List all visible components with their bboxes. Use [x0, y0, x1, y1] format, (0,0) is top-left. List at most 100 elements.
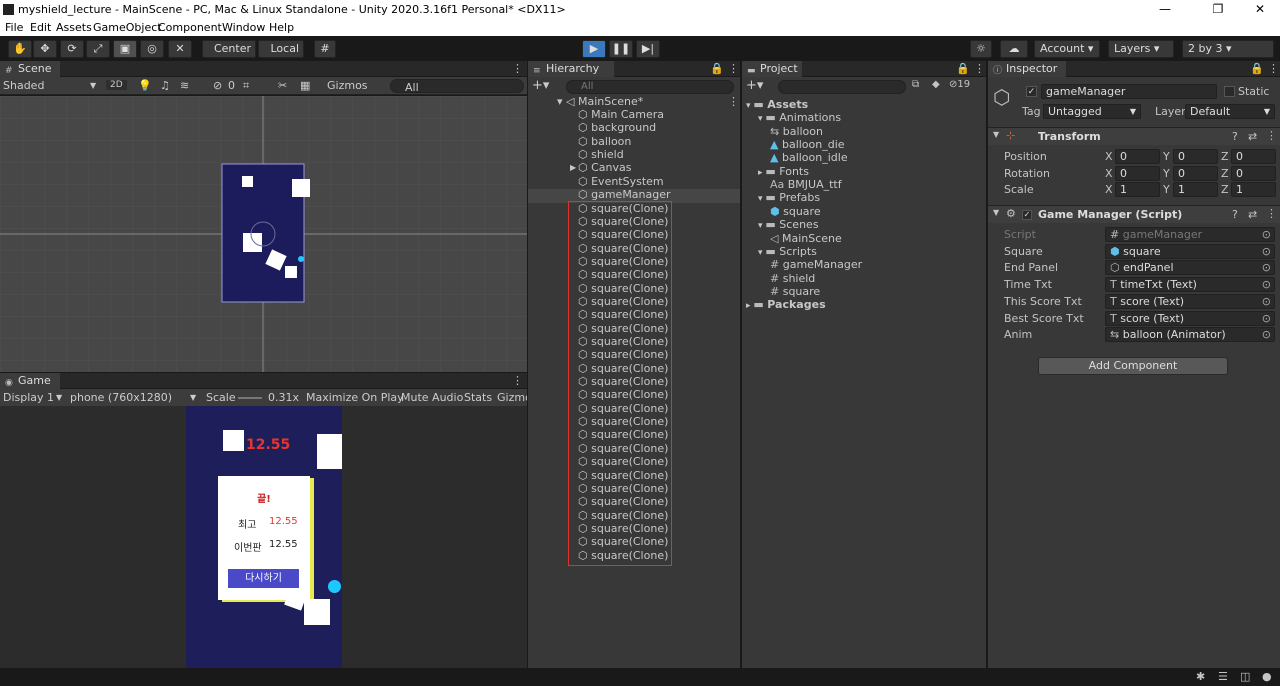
more-options-icon[interactable]: ⋮ [974, 62, 985, 75]
preset-icon[interactable]: ⇄ [1248, 130, 1257, 143]
tab-project[interactable]: ▬ Project [742, 61, 802, 77]
move-tool-icon[interactable]: ✥ [33, 40, 57, 58]
rotate-tool-icon[interactable]: ⟳ [60, 40, 84, 58]
layer-dropdown[interactable]: Default ▼ [1185, 104, 1275, 119]
effects-icon[interactable]: ≋ [180, 79, 189, 92]
gizmos-dropdown[interactable]: Gizmos [327, 79, 368, 92]
add-component-button[interactable]: Add Component [1038, 357, 1228, 375]
active-checkbox[interactable]: ✓ [1026, 86, 1037, 97]
tag-dropdown[interactable]: Untagged ▼ [1043, 104, 1141, 119]
hand-tool-icon[interactable]: ✋ [8, 40, 32, 58]
minimize-icon[interactable]: — [1150, 2, 1180, 16]
hidden-packages-icon[interactable]: ⊘19 [949, 79, 970, 90]
project-item[interactable]: ▾ ▬ Scenes [758, 218, 819, 231]
hierarchy-item[interactable]: ⬡ shield [578, 148, 624, 161]
pivot-center-button[interactable]: Center [202, 40, 256, 58]
scale-tool-icon[interactable]: ⤢ [86, 40, 110, 58]
hierarchy-item[interactable]: ⬡ Main Camera [578, 108, 664, 121]
lighting-icon[interactable]: 💡 [138, 79, 152, 92]
object-field[interactable]: # gameManager ⊙ [1105, 227, 1275, 242]
hidden-objects-icon[interactable]: ⊘ [213, 79, 222, 92]
project-search-input[interactable] [778, 80, 906, 94]
filter-type-icon[interactable]: ⧉ [912, 79, 919, 90]
object-picker-icon[interactable]: ⊙ [1262, 328, 1271, 341]
retry-button[interactable]: 다시하기 [228, 569, 299, 588]
static-checkbox[interactable] [1224, 86, 1235, 97]
menu-edit[interactable]: Edit [30, 21, 51, 34]
hierarchy-search-input[interactable]: All [566, 80, 734, 94]
hierarchy-item[interactable]: ▶ ⬡ Canvas [570, 161, 631, 174]
project-item[interactable]: Aa BMJUA_ttf [770, 178, 842, 191]
object-picker-icon[interactable]: ⊙ [1262, 278, 1271, 291]
project-item[interactable]: ◁ MainScene [770, 232, 842, 245]
object-picker-icon[interactable]: ⊙ [1262, 295, 1271, 308]
project-item[interactable]: ▸ ▬ Fonts [758, 165, 809, 178]
help-icon[interactable]: ? [1232, 130, 1238, 143]
project-item[interactable]: # shield [770, 272, 815, 285]
hierarchy-item[interactable]: ⬡ gameManager [578, 188, 671, 201]
menu-gameobject[interactable]: GameObject [93, 21, 162, 34]
more-options-icon[interactable]: ⋮ [1268, 62, 1279, 75]
component-menu-icon[interactable]: ⋮ [1266, 129, 1277, 142]
position-y-input[interactable]: 0 [1173, 149, 1218, 164]
scale-x-input[interactable]: 1 [1115, 182, 1160, 198]
rect-tool-icon[interactable]: ▣ [113, 40, 137, 58]
object-field[interactable]: T score (Text) ⊙ [1105, 310, 1275, 326]
project-item[interactable]: ▸ ▬ Packages [746, 298, 826, 311]
scene-square[interactable] [292, 179, 310, 197]
tab-scene[interactable]: # Scene [0, 61, 60, 77]
collab-icon[interactable]: ☼ [970, 40, 992, 58]
game-viewport[interactable]: 12.55 끝! 최고 12.55 이번판 12.55 다시하기 [0, 406, 527, 668]
menu-component[interactable]: Component [158, 21, 222, 34]
object-name-input[interactable]: gameManager [1041, 84, 1217, 99]
stack-icon[interactable]: ☰ [1218, 670, 1228, 683]
object-field[interactable]: T score (Text) ⊙ [1105, 293, 1275, 309]
position-x-input[interactable]: 0 [1115, 149, 1160, 164]
project-item[interactable]: # gameManager [770, 258, 862, 271]
transform-header[interactable]: ▼ ⊹ Transform ? ⇄ ⋮ [988, 127, 1280, 145]
menu-help[interactable]: Help [269, 21, 294, 34]
rotation-y-input[interactable]: 0 [1173, 165, 1218, 181]
object-field[interactable]: ⬡ endPanel ⊙ [1105, 260, 1275, 276]
tools-icon[interactable]: ✂ [278, 79, 287, 92]
lock-icon[interactable]: 🔒 [1250, 62, 1264, 75]
2d-toggle-button[interactable]: 2D [106, 80, 127, 90]
hierarchy-item[interactable]: ⬡ background [578, 121, 656, 134]
hierarchy-item[interactable]: ⬡ EventSystem [578, 175, 664, 188]
mute-audio-toggle[interactable]: Mute Audio [401, 391, 463, 404]
scene-root[interactable]: ▾ ◁ MainScene* [557, 95, 643, 108]
add-icon[interactable]: +▾ [746, 78, 763, 93]
object-field[interactable]: ⇆ balloon (Animator) ⊙ [1105, 327, 1275, 343]
component-enabled-checkbox[interactable]: ✓ [1022, 210, 1032, 220]
expand-arrow-icon[interactable]: ▶ [570, 161, 576, 174]
resolution-dropdown[interactable]: phone (760x1280) [70, 391, 172, 404]
cloud-icon[interactable]: ☁ [1000, 40, 1028, 58]
stats-toggle[interactable]: Stats [464, 391, 492, 404]
gamemanager-header[interactable]: ▼ ⚙ ✓ Game Manager (Script) ? ⇄ ⋮ [988, 205, 1280, 223]
scene-balloon[interactable] [298, 256, 304, 262]
tab-hierarchy[interactable]: ≡ Hierarchy [528, 61, 614, 77]
hierarchy-item[interactable]: ⬡ balloon [578, 135, 631, 148]
lock-icon[interactable]: 🔒 [956, 62, 970, 75]
help-icon[interactable]: ? [1232, 208, 1238, 221]
object-picker-icon[interactable]: ⊙ [1262, 261, 1271, 274]
project-item[interactable]: ▲ balloon_die [770, 138, 845, 151]
project-item[interactable]: ▾ ▬ Assets [746, 98, 808, 111]
rotation-z-input[interactable]: 0 [1231, 165, 1276, 181]
project-item[interactable]: ⇆ balloon [770, 125, 823, 138]
bug-icon[interactable]: ✱ [1196, 670, 1205, 683]
auto-generate-icon[interactable]: ◫ [1240, 670, 1250, 683]
tab-inspector[interactable]: ⓘ Inspector [988, 61, 1066, 77]
object-picker-icon[interactable]: ⊙ [1262, 245, 1271, 258]
display-dropdown[interactable]: Display 1 [3, 391, 54, 404]
object-field[interactable]: T timeTxt (Text) ⊙ [1105, 277, 1275, 293]
layout-dropdown[interactable]: 2 by 3 ▾ [1182, 40, 1274, 58]
scale-z-input[interactable]: 1 [1231, 182, 1276, 198]
position-z-input[interactable]: 0 [1231, 149, 1276, 164]
object-field[interactable]: ⬢ square ⊙ [1105, 243, 1275, 259]
camera-frame[interactable] [221, 163, 305, 303]
project-item[interactable]: ▾ ▬ Prefabs [758, 191, 820, 204]
maximize-on-play-toggle[interactable]: Maximize On Play [306, 391, 404, 404]
account-dropdown[interactable]: Account ▾ [1034, 40, 1100, 58]
project-item[interactable]: ▾ ▬ Animations [758, 111, 841, 124]
